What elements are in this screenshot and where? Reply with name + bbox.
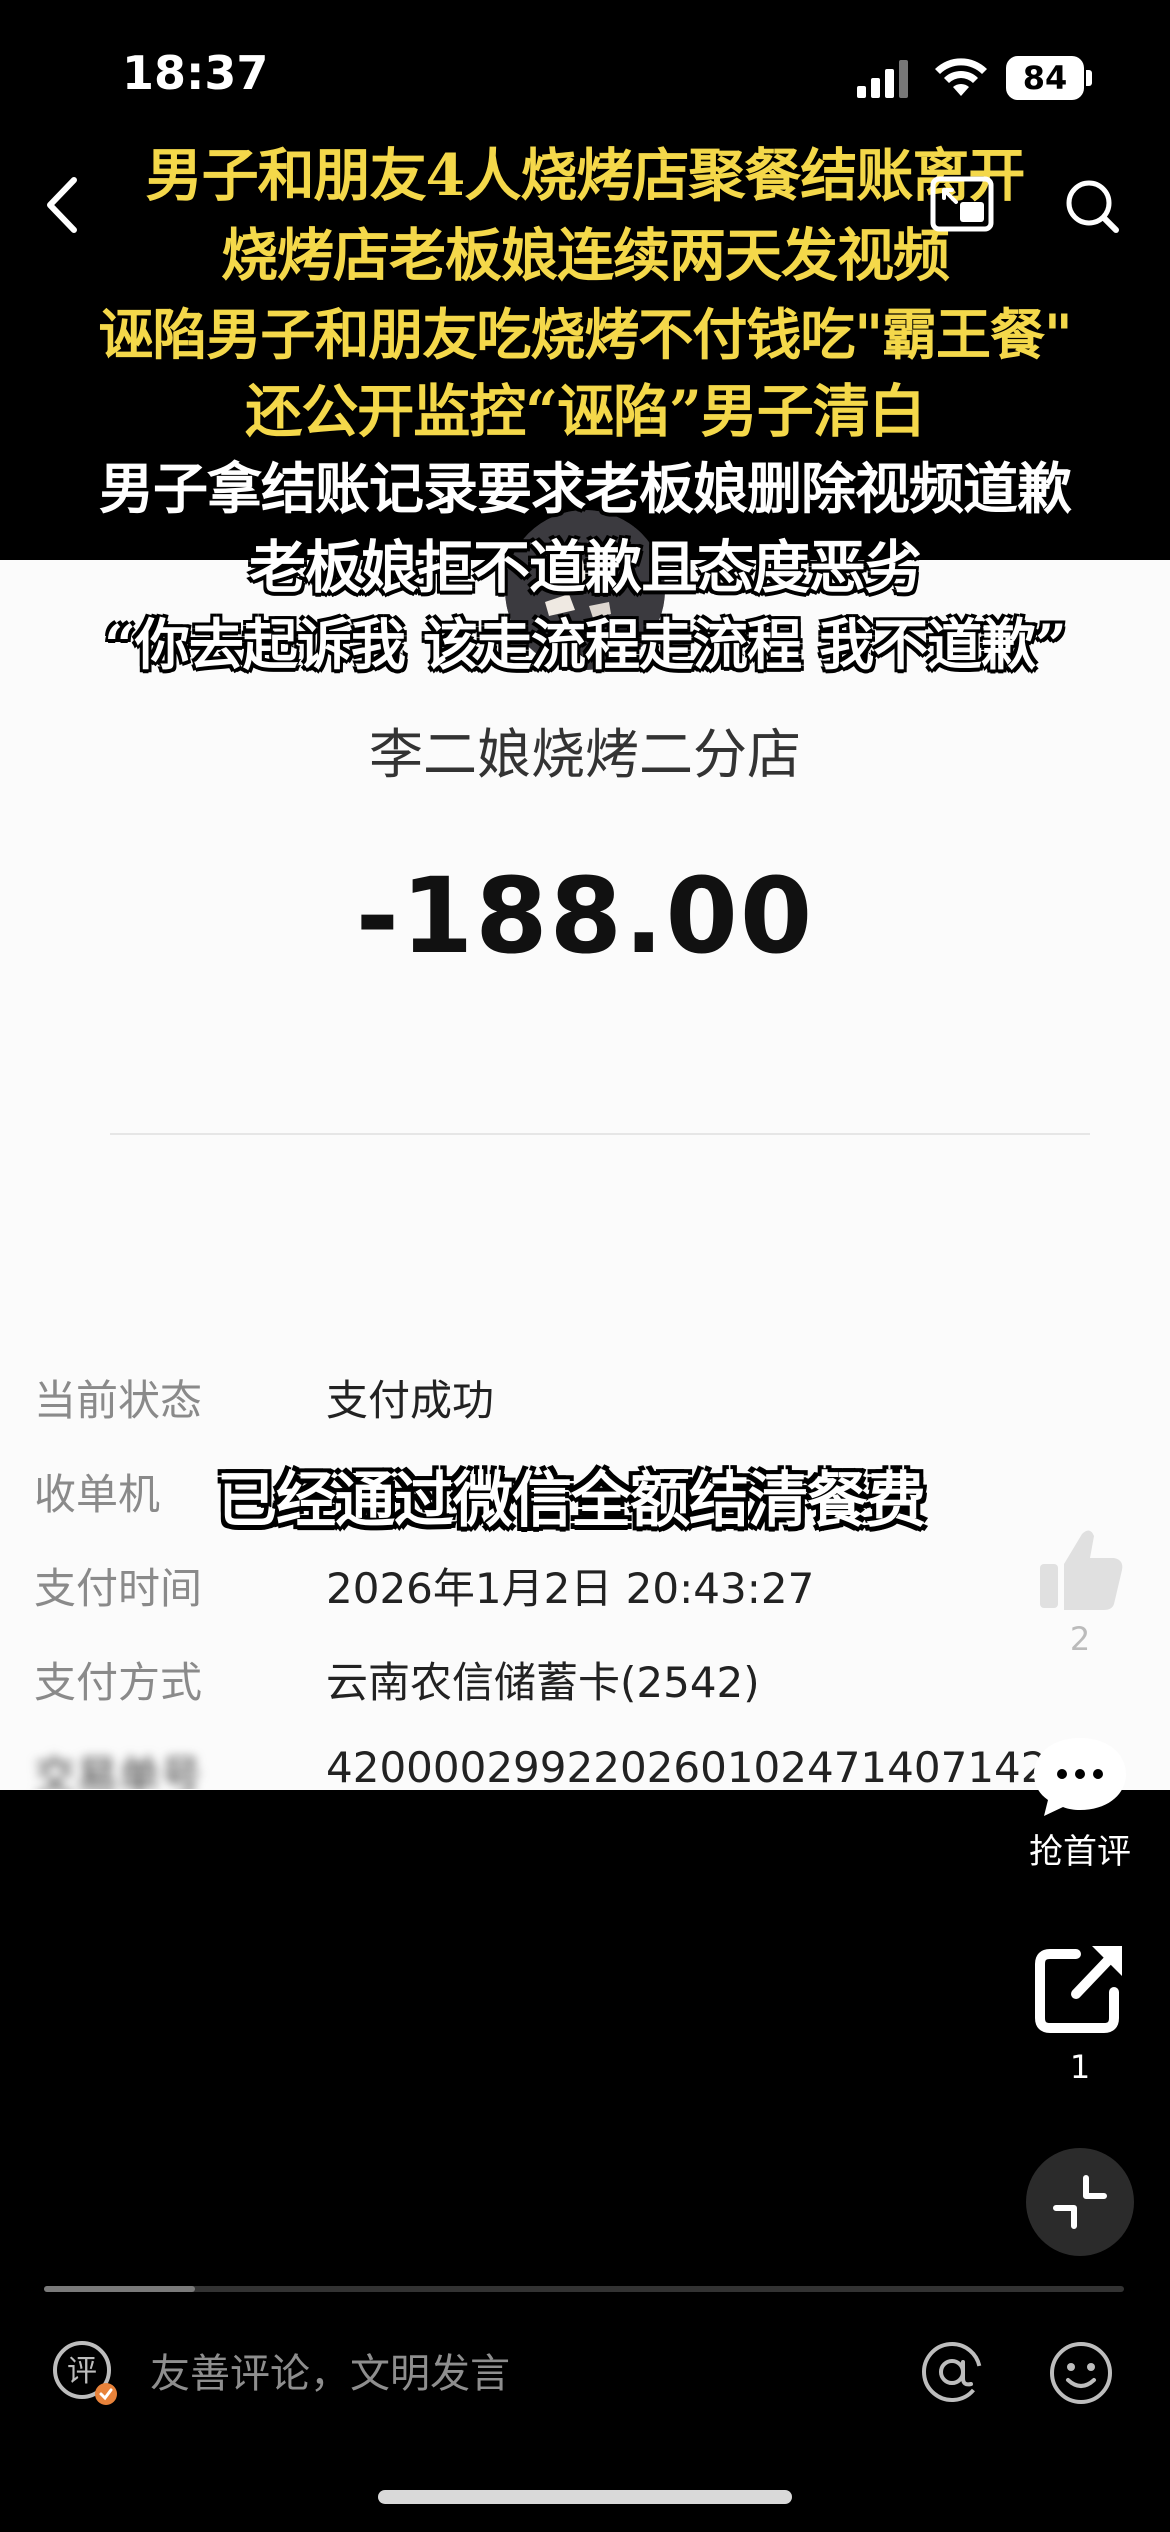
- video-screen: 18:37 84 李二娘烧烤二分店 -188.00 当前状态 支付成功 收单机 …: [0, 0, 1170, 2532]
- payment-amount: -188.00: [355, 855, 815, 977]
- detail-label: 当前状态: [34, 1376, 203, 1425]
- search-icon[interactable]: [1062, 176, 1122, 236]
- comment-button[interactable]: 抢首评: [1020, 1730, 1140, 1873]
- detail-label: 支付方式: [34, 1658, 203, 1707]
- detail-label: 交易单号: [34, 1752, 203, 1789]
- share-icon: [1035, 1946, 1122, 2033]
- comment-bubble-icon: [1034, 1738, 1126, 1816]
- status-bar: 18:37 84: [0, 0, 1170, 150]
- video-subtitle: 已经通过微信全额结清餐费: [217, 1466, 926, 1536]
- battery-level: 84: [1022, 59, 1068, 97]
- comment-input[interactable]: 友善评论，文明发言: [150, 2344, 890, 2404]
- picture-in-picture-icon[interactable]: [930, 176, 994, 232]
- caption-line: 还公开监控“诬陷”男子清白: [245, 378, 926, 445]
- wifi-icon: [935, 58, 987, 96]
- receipt-divider: [110, 1133, 1090, 1135]
- battery-indicator: 84: [1006, 56, 1092, 100]
- caption-line: 男子和朋友4人烧烤店聚餐结账离开: [145, 142, 1026, 209]
- detail-value: 2026年1月2日 20:43:27: [326, 1564, 815, 1613]
- detail-label: 支付时间: [34, 1564, 203, 1613]
- caption-line: 烧烤店老板娘连续两天发视频: [221, 222, 950, 289]
- home-indicator: [378, 2490, 792, 2504]
- thumbs-up-icon: [1040, 1530, 1123, 1610]
- caption-line: “你去起诉我 该走流程走流程 我不道歉”: [104, 612, 1067, 677]
- share-button[interactable]: 1: [1020, 1940, 1140, 2086]
- emoji-icon[interactable]: [1048, 2340, 1114, 2406]
- minimize-button[interactable]: [1026, 2148, 1134, 2256]
- video-progress-bar[interactable]: [44, 2286, 1124, 2292]
- detail-row-status: 当前状态 支付成功: [0, 1367, 1170, 1447]
- mention-at-icon[interactable]: [920, 2340, 984, 2404]
- comment-label: 抢首评: [1029, 1832, 1131, 1872]
- video-progress-fill: [44, 2286, 196, 2292]
- share-count: 1: [1069, 2048, 1091, 2086]
- merchant-name: 李二娘烧烤二分店: [369, 723, 801, 786]
- status-time: 18:37: [122, 46, 269, 100]
- cellular-signal-icon: [857, 60, 908, 98]
- comment-compose-icon[interactable]: 评: [50, 2338, 120, 2408]
- caption-line: 老板娘拒不道歉且态度恶劣: [249, 534, 922, 601]
- like-count: 2: [1069, 1620, 1091, 1658]
- back-icon[interactable]: [36, 170, 86, 240]
- collapse-icon: [1053, 2175, 1107, 2229]
- detail-value: 支付成功: [326, 1376, 495, 1425]
- like-button[interactable]: 2: [1020, 1520, 1140, 1658]
- comment-badge-char: 评: [67, 2354, 97, 2389]
- detail-row-order: 交易单号 4200002992202601024714071420: [0, 1743, 1170, 1789]
- detail-row-time: 支付时间 2026年1月2日 20:43:27: [0, 1555, 1170, 1635]
- detail-row-method: 支付方式 云南农信储蓄卡(2542): [0, 1649, 1170, 1729]
- detail-value: 云南农信储蓄卡(2542): [326, 1658, 760, 1707]
- detail-value: 4200002992202601024714071420: [326, 1743, 1075, 1789]
- caption-line: 诬陷男子和朋友吃烧烤不付钱吃"霸王餐": [98, 302, 1072, 367]
- caption-line: 男子拿结账记录要求老板娘删除视频道歉: [98, 456, 1072, 521]
